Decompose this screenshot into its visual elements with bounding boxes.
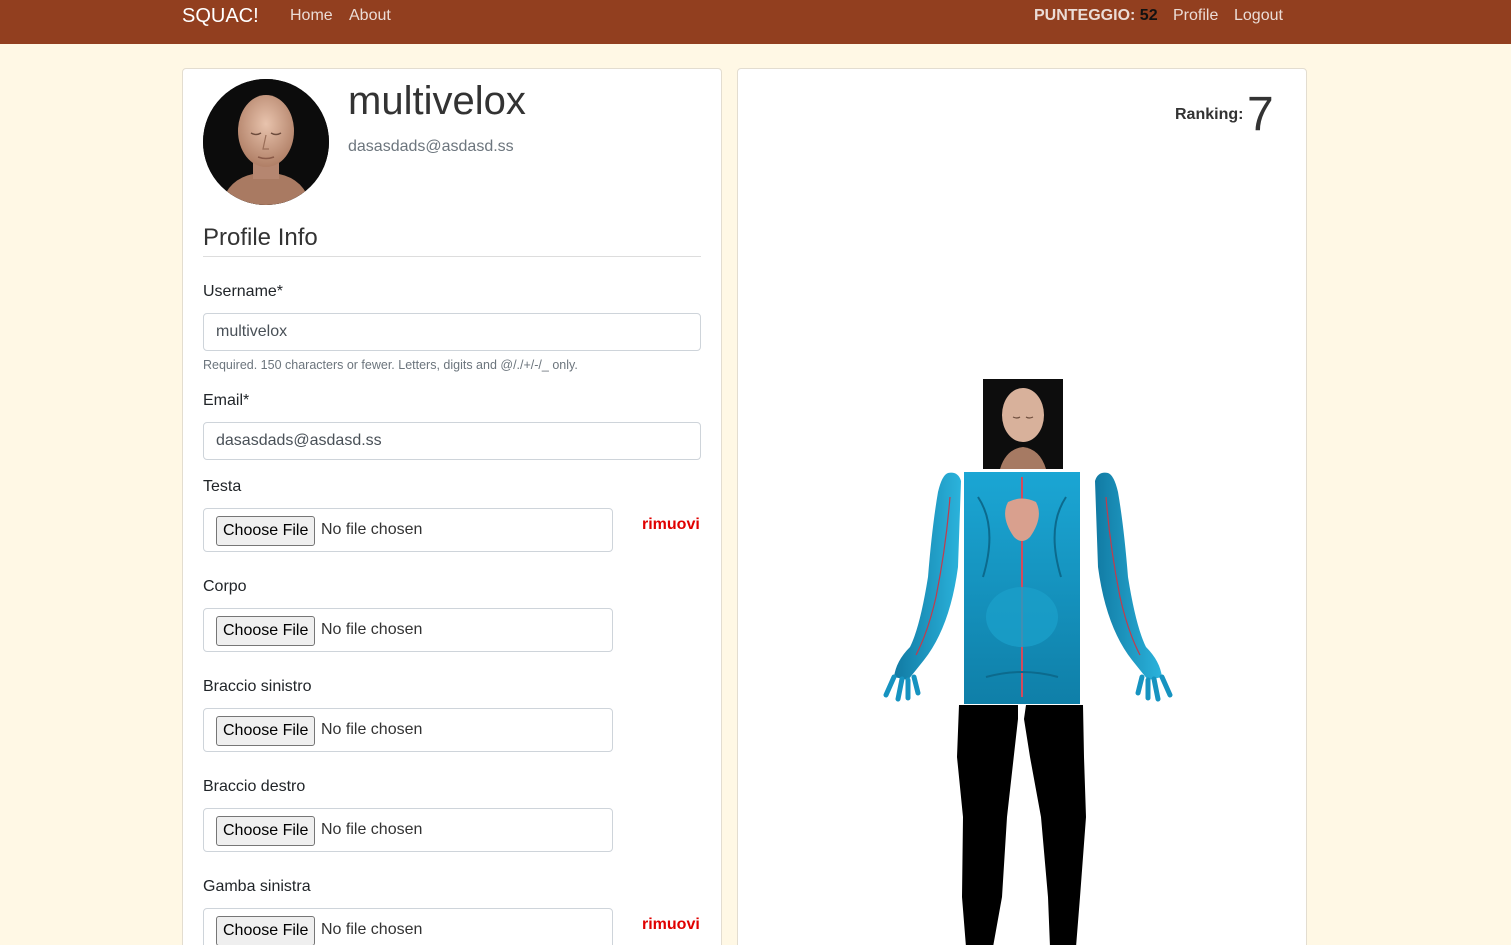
file-status-text: No file chosen bbox=[321, 721, 423, 738]
score-value: 52 bbox=[1139, 7, 1158, 24]
username-help-text: Required. 150 characters or fewer. Lette… bbox=[203, 358, 578, 372]
profile-username-heading: multivelox bbox=[348, 79, 526, 123]
avatar bbox=[203, 79, 329, 205]
username-label: Username* bbox=[203, 283, 284, 300]
score-display: PUNTEGGIO: 52 bbox=[1034, 7, 1158, 25]
body-legs-part bbox=[957, 705, 1086, 945]
file-status-text: No file chosen bbox=[321, 521, 423, 538]
choose-file-button[interactable]: Choose File bbox=[216, 916, 316, 945]
nav-profile-link[interactable]: Profile bbox=[1173, 7, 1218, 25]
body-figure-image bbox=[883, 379, 1173, 945]
choose-file-button[interactable]: Choose File bbox=[216, 716, 316, 746]
profile-card: multivelox dasasdads@asdasd.ss Profile I… bbox=[182, 68, 722, 945]
nav-home-link[interactable]: Home bbox=[290, 7, 333, 25]
file-label-gamba-sinistra: Gamba sinistra bbox=[203, 878, 311, 895]
email-label: Email* bbox=[203, 392, 250, 409]
choose-file-button[interactable]: Choose File bbox=[216, 616, 316, 646]
ranking-label: Ranking: bbox=[1175, 106, 1244, 123]
body-head-part bbox=[983, 379, 1063, 469]
file-input-gamba-sinistra[interactable]: Choose File No file chosen bbox=[203, 908, 613, 945]
brand-logo[interactable]: SQUAC! bbox=[182, 5, 259, 28]
file-input-braccio-destro[interactable]: Choose File No file chosen bbox=[203, 808, 613, 852]
file-input-corpo[interactable]: Choose File No file chosen bbox=[203, 608, 613, 652]
profile-email-text: dasasdads@asdasd.ss bbox=[348, 138, 514, 155]
nav-about-link[interactable]: About bbox=[349, 7, 391, 25]
email-input[interactable] bbox=[203, 422, 701, 460]
file-label-corpo: Corpo bbox=[203, 578, 247, 595]
top-navbar: SQUAC! Home About PUNTEGGIO: 52 Profile … bbox=[0, 0, 1511, 44]
body-torso-part bbox=[964, 472, 1080, 704]
file-status-text: No file chosen bbox=[321, 921, 423, 938]
file-label-braccio-sinistro: Braccio sinistro bbox=[203, 678, 312, 695]
file-input-braccio-sinistro[interactable]: Choose File No file chosen bbox=[203, 708, 613, 752]
ranking-value: 7 bbox=[1247, 88, 1274, 141]
body-right-arm-part bbox=[1095, 472, 1173, 702]
nav-logout-link[interactable]: Logout bbox=[1234, 7, 1283, 25]
avatar-face-icon bbox=[203, 79, 329, 205]
file-status-text: No file chosen bbox=[321, 821, 423, 838]
choose-file-button[interactable]: Choose File bbox=[216, 816, 316, 846]
choose-file-button[interactable]: Choose File bbox=[216, 516, 316, 546]
body-left-arm-part bbox=[883, 472, 961, 702]
score-label: PUNTEGGIO: bbox=[1034, 7, 1136, 24]
file-status-text: No file chosen bbox=[321, 621, 423, 638]
ranking-card: Ranking: 7 bbox=[737, 68, 1307, 945]
remove-gamba-sinistra-link[interactable]: rimuovi bbox=[642, 916, 700, 934]
file-label-braccio-destro: Braccio destro bbox=[203, 778, 306, 795]
file-label-testa: Testa bbox=[203, 478, 242, 495]
remove-testa-link[interactable]: rimuovi bbox=[642, 516, 700, 534]
file-input-testa[interactable]: Choose File No file chosen bbox=[203, 508, 613, 552]
username-input[interactable] bbox=[203, 313, 701, 351]
section-title: Profile Info bbox=[203, 224, 701, 257]
